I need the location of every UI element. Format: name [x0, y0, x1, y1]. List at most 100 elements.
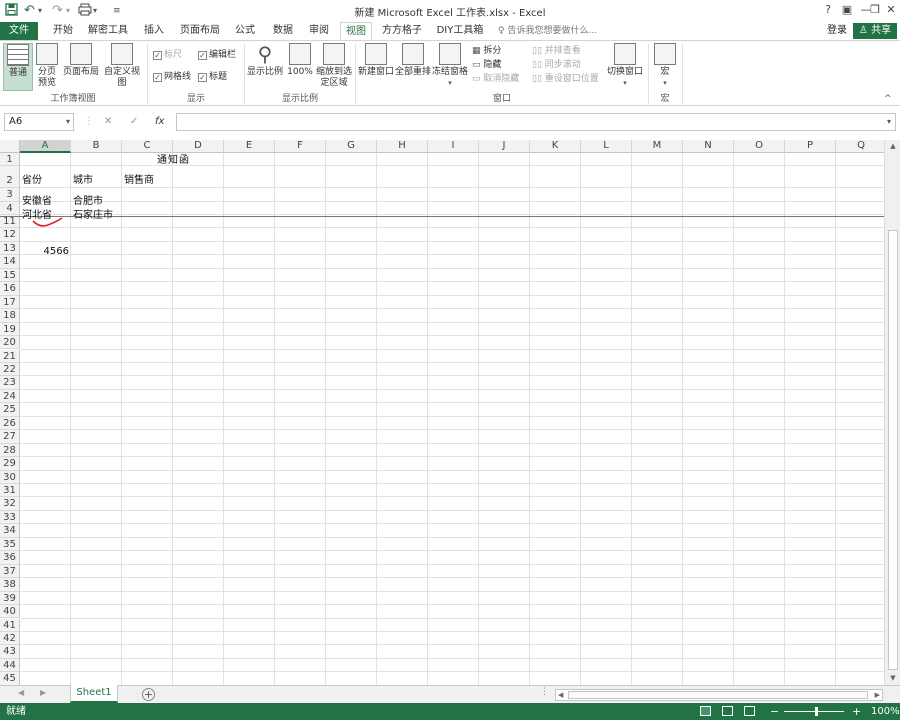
- row-header-3[interactable]: 3: [0, 188, 20, 202]
- row-header-13[interactable]: 13: [0, 241, 20, 256]
- enter-icon[interactable]: ✓: [130, 113, 138, 131]
- column-header-I[interactable]: I: [428, 140, 479, 153]
- row-header-44[interactable]: 44: [0, 658, 20, 673]
- ruler-checkbox[interactable]: ✓ 标尺: [153, 49, 182, 61]
- freeze-panes-button[interactable]: 冻结窗格 ▾: [432, 43, 468, 89]
- row-header-36[interactable]: 36: [0, 551, 20, 565]
- row-header-26[interactable]: 26: [0, 416, 20, 431]
- row-header-42[interactable]: 42: [0, 631, 20, 646]
- cell-C1[interactable]: 通知函: [157, 151, 190, 166]
- unhide-button[interactable]: ▭ 取消隐藏: [472, 73, 519, 85]
- row-header-11[interactable]: 11: [0, 215, 20, 229]
- column-header-O[interactable]: O: [734, 140, 785, 153]
- scroll-down-arrow[interactable]: ▼: [885, 672, 900, 684]
- row-header-41[interactable]: 41: [0, 618, 20, 632]
- tab-decrypt-tools[interactable]: 解密工具: [86, 22, 130, 40]
- row-header-2[interactable]: 2: [0, 166, 20, 188]
- row-header-34[interactable]: 34: [0, 524, 20, 538]
- zoom-to-selection-button[interactable]: 缩放到选定区域: [315, 43, 353, 89]
- login-link[interactable]: 登录: [827, 22, 847, 40]
- help-icon[interactable]: ?: [819, 2, 837, 18]
- chevron-down-icon[interactable]: ▾: [66, 114, 70, 130]
- share-button[interactable]: ♙ 共享: [853, 23, 897, 39]
- page-layout-status-icon[interactable]: [722, 706, 733, 716]
- row-header-28[interactable]: 28: [0, 443, 20, 458]
- cell-A2[interactable]: 省份: [22, 171, 42, 186]
- cell-A13[interactable]: 4566: [22, 246, 69, 257]
- zoom-slider[interactable]: [784, 711, 844, 712]
- row-header-31[interactable]: 31: [0, 484, 20, 498]
- add-sheet-button[interactable]: +: [142, 688, 155, 701]
- horizontal-scrollbar[interactable]: ◀ ▶: [555, 689, 883, 701]
- zoom-button[interactable]: ⚲ 显示比例: [247, 43, 283, 78]
- scroll-up-arrow[interactable]: ▲: [885, 140, 900, 152]
- normal-view-button[interactable]: 普通: [3, 43, 33, 91]
- row-header-1[interactable]: 1: [0, 153, 20, 166]
- row-header-33[interactable]: 33: [0, 510, 20, 525]
- collapse-ribbon-icon[interactable]: ^: [884, 93, 892, 105]
- vertical-scroll-thumb[interactable]: [888, 230, 898, 670]
- column-header-P[interactable]: P: [785, 140, 836, 153]
- zoom-slider-knob[interactable]: [815, 707, 818, 716]
- row-header-45[interactable]: 45: [0, 672, 20, 685]
- page-break-status-icon[interactable]: [744, 706, 755, 716]
- insert-function-icon[interactable]: fx: [155, 113, 164, 131]
- tab-split-handle[interactable]: ⋮: [540, 687, 549, 697]
- view-side-by-side-button[interactable]: ▯▯ 并排查看: [532, 45, 581, 57]
- row-header-16[interactable]: 16: [0, 282, 20, 296]
- tab-file[interactable]: 文件: [0, 22, 38, 40]
- tab-review[interactable]: 审阅: [304, 22, 334, 40]
- vertical-scrollbar[interactable]: ▲ ▼: [884, 140, 900, 685]
- split-button[interactable]: ▦ 拆分: [472, 45, 501, 57]
- row-header-38[interactable]: 38: [0, 578, 20, 592]
- column-header-H[interactable]: H: [377, 140, 428, 153]
- formula-input[interactable]: ▾: [176, 113, 896, 131]
- column-header-J[interactable]: J: [479, 140, 530, 153]
- tab-fangfang[interactable]: 方方格子: [378, 22, 426, 40]
- cell-C2[interactable]: 销售商: [124, 171, 154, 186]
- page-layout-view-button[interactable]: 页面布局: [62, 43, 100, 78]
- tab-view[interactable]: 视图: [340, 22, 372, 40]
- macros-button[interactable]: 宏 ▾: [652, 43, 678, 89]
- column-header-F[interactable]: F: [275, 140, 326, 153]
- tab-data[interactable]: 数据: [268, 22, 298, 40]
- column-header-M[interactable]: M: [632, 140, 683, 153]
- row-header-43[interactable]: 43: [0, 645, 20, 659]
- name-box[interactable]: A6 ▾: [4, 113, 74, 131]
- tell-me-search[interactable]: ♀ 告诉我您想要做什么...: [498, 22, 597, 40]
- column-header-E[interactable]: E: [224, 140, 275, 153]
- hide-button[interactable]: ▭ 隐藏: [472, 59, 501, 71]
- row-header-22[interactable]: 22: [0, 362, 20, 377]
- column-header-N[interactable]: N: [683, 140, 734, 153]
- tab-home[interactable]: 开始: [47, 22, 79, 40]
- column-header-G[interactable]: G: [326, 140, 377, 153]
- column-header-L[interactable]: L: [581, 140, 632, 153]
- zoom-out-button[interactable]: −: [770, 703, 779, 720]
- row-header-39[interactable]: 39: [0, 591, 20, 606]
- chevron-down-icon[interactable]: ▾: [887, 114, 891, 130]
- normal-view-status-icon[interactable]: [700, 706, 711, 716]
- cell-B2[interactable]: 城市: [73, 171, 93, 186]
- cell-B4[interactable]: 石家庄市: [73, 206, 113, 221]
- formula-bar-checkbox[interactable]: ✓ 编辑栏: [198, 49, 236, 61]
- custom-views-button[interactable]: 自定义视图: [100, 43, 144, 89]
- synchronous-scrolling-button[interactable]: ▯▯ 同步滚动: [532, 59, 581, 71]
- cell-A3[interactable]: 安徽省: [22, 192, 52, 207]
- row-header-20[interactable]: 20: [0, 336, 20, 350]
- row-header-27[interactable]: 27: [0, 430, 20, 444]
- cell-B3[interactable]: 合肥市: [73, 192, 103, 207]
- row-header-40[interactable]: 40: [0, 605, 20, 619]
- row-header-23[interactable]: 23: [0, 376, 20, 390]
- new-window-button[interactable]: 新建窗口: [358, 43, 394, 78]
- row-header-32[interactable]: 32: [0, 497, 20, 511]
- select-all-corner[interactable]: [0, 140, 20, 153]
- tab-diy-toolbox[interactable]: DIY工具箱: [434, 22, 486, 40]
- row-header-19[interactable]: 19: [0, 322, 20, 337]
- gridlines-checkbox[interactable]: ✓ 网格线: [153, 71, 191, 83]
- row-header-15[interactable]: 15: [0, 268, 20, 283]
- close-button[interactable]: ✕: [882, 2, 900, 18]
- row-header-18[interactable]: 18: [0, 309, 20, 323]
- headings-checkbox[interactable]: ✓ 标题: [198, 71, 227, 83]
- row-header-30[interactable]: 30: [0, 470, 20, 484]
- row-header-35[interactable]: 35: [0, 537, 20, 552]
